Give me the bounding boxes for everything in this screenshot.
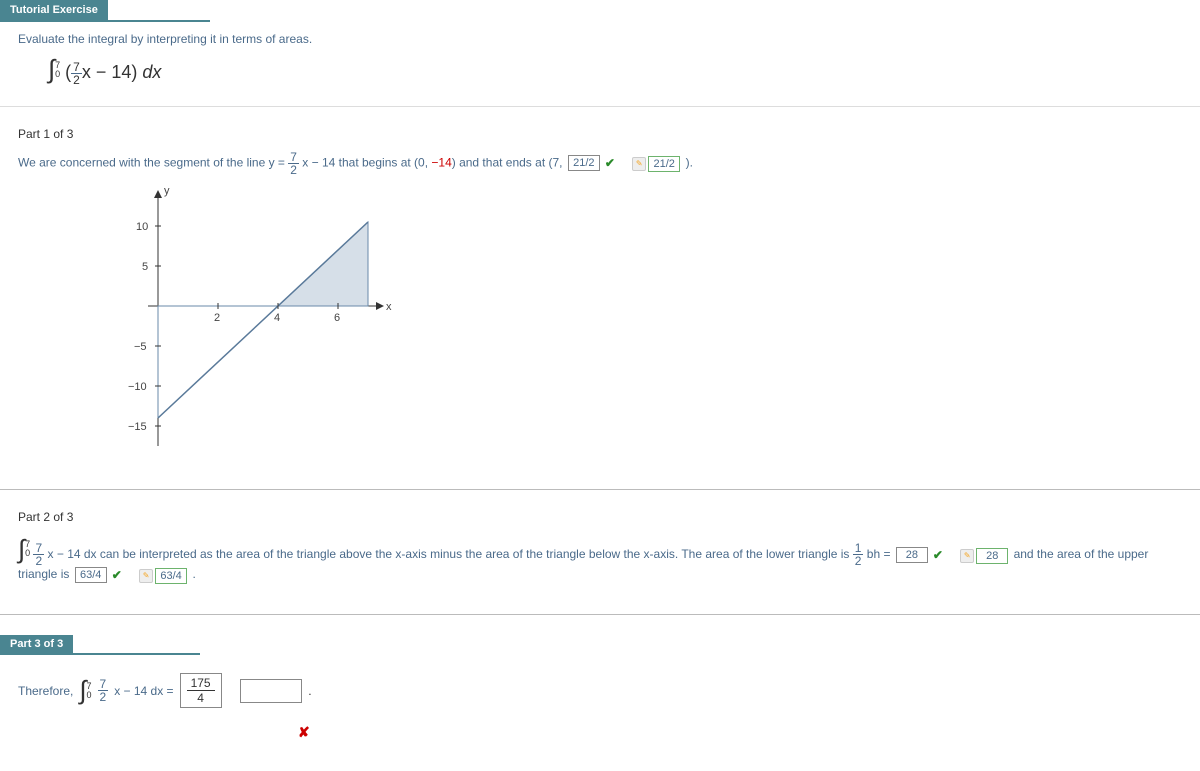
part1-text: We are concerned with the segment of the… xyxy=(18,151,1182,176)
part1-answer1-box[interactable]: 21/2 xyxy=(568,155,600,171)
pencil-icon: ✎ xyxy=(139,569,153,583)
svg-text:6: 6 xyxy=(334,312,340,324)
part3-integral: ∫ 70 xyxy=(79,675,91,706)
tutorial-exercise-tab: Tutorial Exercise xyxy=(0,0,108,20)
problem-instructions: Evaluate the integral by interpreting it… xyxy=(18,32,1182,46)
part2-answer2-box[interactable]: 28 xyxy=(976,548,1008,564)
svg-text:x: x xyxy=(386,301,392,313)
svg-text:10: 10 xyxy=(136,221,148,233)
part2-label: Part 2 of 3 xyxy=(18,510,1182,524)
part3-therefore: Therefore, xyxy=(18,684,73,698)
problem-integral: ∫ 70 (72x − 14) dx xyxy=(48,54,1182,86)
part1-answer2-box[interactable]: 21/2 xyxy=(648,156,680,172)
cross-icon: ✘ xyxy=(298,724,310,740)
svg-text:−10: −10 xyxy=(128,381,147,393)
svg-text:−15: −15 xyxy=(128,421,147,433)
part3-answer-box[interactable]: 1754 xyxy=(180,673,222,708)
pencil-icon: ✎ xyxy=(960,549,974,563)
pencil-icon: ✎ xyxy=(632,157,646,171)
svg-text:y: y xyxy=(164,185,170,197)
svg-text:2: 2 xyxy=(214,312,220,324)
svg-text:5: 5 xyxy=(142,261,148,273)
part2-answer3-box[interactable]: 63/4 xyxy=(75,567,107,583)
part3-hidden-answer-box[interactable] xyxy=(240,679,302,703)
check-icon: ✔ xyxy=(605,156,615,170)
part2-text: ∫ 70 72 x − 14 dx can be interpreted as … xyxy=(18,534,1182,584)
part2-answer4-box[interactable]: 63/4 xyxy=(155,568,187,584)
svg-text:4: 4 xyxy=(274,312,280,324)
check-icon: ✔ xyxy=(933,548,943,562)
part2-answer1-box[interactable]: 28 xyxy=(896,547,928,563)
check-icon: ✔ xyxy=(112,568,122,582)
part1-label: Part 1 of 3 xyxy=(18,127,1182,141)
part3-tab: Part 3 of 3 xyxy=(0,635,73,653)
svg-text:−5: −5 xyxy=(134,341,147,353)
part1-graph: 2 4 6 10 5 −5 −10 −15 y x xyxy=(118,176,1182,459)
